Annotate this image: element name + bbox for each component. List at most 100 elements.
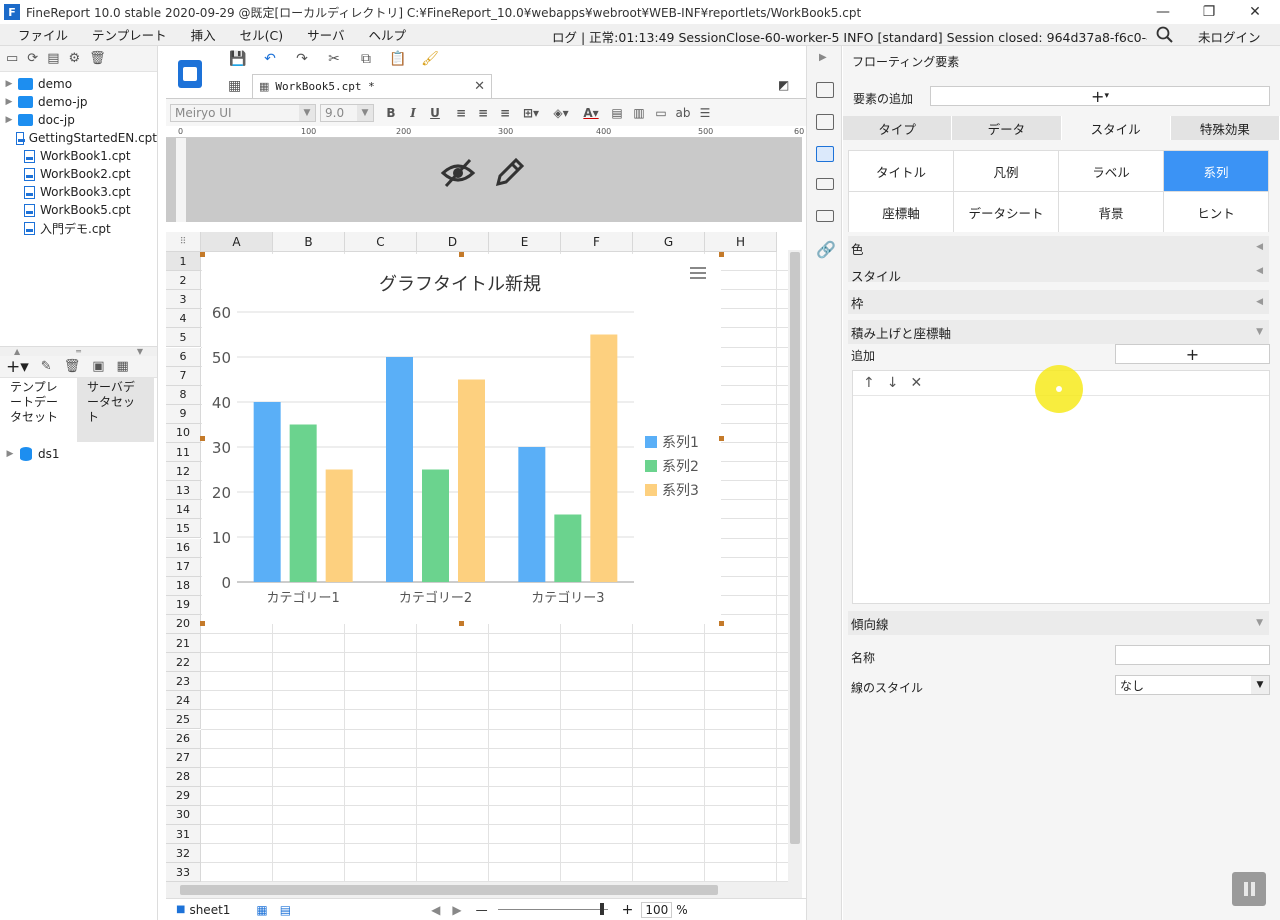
row-header[interactable]: 2 — [166, 271, 201, 291]
delete-icon[interactable]: 🗑 — [64, 359, 81, 374]
row-header[interactable]: 9 — [166, 404, 201, 424]
resize-handle[interactable] — [719, 621, 724, 626]
zoom-value-field[interactable]: 100 — [641, 901, 673, 918]
dataset-item[interactable]: ▶ ds1 — [0, 444, 157, 464]
sheet-tab-sheet1[interactable]: sheet1 — [189, 903, 230, 917]
edit-icon[interactable]: ✎ — [41, 359, 52, 374]
tree-folder-doc-jp[interactable]: ▶ doc-jp — [0, 111, 157, 129]
locate-icon[interactable]: ▤ — [47, 51, 59, 66]
font-color-icon[interactable]: A▾ — [576, 106, 606, 120]
underline-button[interactable]: U — [424, 106, 446, 120]
row-header[interactable]: 11 — [166, 443, 201, 462]
column-header[interactable]: G — [633, 232, 705, 252]
column-header[interactable]: B — [273, 232, 345, 252]
panel-splitter[interactable]: ▲ ═ ▼ — [0, 346, 157, 356]
column-header[interactable]: H — [705, 232, 777, 252]
tab-template-dataset[interactable]: テンプレートデータセット — [0, 378, 77, 442]
chevron-down-icon[interactable]: ▼ — [1251, 676, 1269, 694]
section-border[interactable]: 枠 ◀ — [848, 290, 1269, 314]
wrap-icon[interactable]: ▭ — [650, 106, 672, 120]
undo-icon[interactable]: ↶ — [261, 51, 279, 67]
settings-icon[interactable]: ⚙ — [69, 51, 81, 66]
style-legend-button[interactable]: 凡例 — [954, 151, 1058, 191]
column-header[interactable]: E — [489, 232, 561, 252]
style-title-button[interactable]: タイトル — [849, 151, 953, 191]
report-type-icon[interactable] — [170, 52, 210, 96]
tree-file[interactable]: WorkBook1.cpt — [0, 147, 157, 165]
tab-style[interactable]: スタイル — [1061, 116, 1171, 140]
row-header[interactable]: 33 — [166, 863, 201, 882]
row-header[interactable]: 7 — [166, 366, 201, 386]
merge-cells-icon[interactable]: ▤ — [606, 106, 628, 120]
row-header[interactable]: 6 — [166, 347, 201, 367]
new-folder-icon[interactable]: ▭ — [6, 51, 18, 66]
row-header[interactable]: 25 — [166, 710, 201, 730]
params-icon[interactable]: ▦ — [117, 359, 129, 374]
row-header[interactable]: 20 — [166, 614, 201, 634]
row-header[interactable]: 21 — [166, 634, 201, 653]
tree-file[interactable]: WorkBook5.cpt — [0, 201, 157, 219]
login-link[interactable]: 未ログイン — [1198, 27, 1261, 46]
row-header[interactable]: 24 — [166, 691, 201, 711]
tab-workbook5[interactable]: ▦ WorkBook5.cpt * ✕ — [252, 74, 492, 98]
row-header[interactable]: 14 — [166, 500, 201, 520]
refresh-icon[interactable]: ⟳ — [27, 51, 38, 66]
fill-color-icon[interactable]: ◈▾ — [546, 106, 576, 120]
expand-arrow-icon[interactable]: ◀ — [1256, 242, 1263, 252]
tab-special-effects[interactable]: 特殊効果 — [1170, 116, 1280, 140]
copy-icon[interactable]: ⧉ — [357, 51, 375, 67]
row-header[interactable]: 8 — [166, 385, 201, 405]
italic-button[interactable]: I — [402, 106, 424, 120]
delete-icon[interactable]: 🗑 — [89, 51, 106, 66]
menu-insert[interactable]: 挿入 — [179, 25, 228, 44]
save-icon[interactable]: 💾 — [229, 51, 247, 67]
column-header[interactable]: C — [345, 232, 417, 252]
row-header[interactable]: 1 — [166, 252, 201, 271]
collapse-arrow-icon[interactable]: ▼ — [1256, 618, 1263, 628]
add-stack-button[interactable]: + — [1115, 344, 1270, 364]
collapse-arrow-icon[interactable]: ▶ — [819, 52, 827, 63]
row-header[interactable]: 30 — [166, 805, 201, 825]
row-header[interactable]: 10 — [166, 423, 201, 443]
condition-icon[interactable] — [816, 210, 834, 222]
align-left-icon[interactable]: ≡ — [450, 106, 472, 120]
row-header[interactable]: 5 — [166, 328, 201, 348]
pause-button[interactable] — [1232, 872, 1266, 906]
select-all-corner[interactable]: ⠿ — [166, 232, 201, 252]
column-header[interactable]: D — [417, 232, 489, 252]
section-stack-axis[interactable]: 積み上げと座標軸 ▼ — [848, 320, 1269, 344]
border-icon[interactable]: ⊞▾ — [516, 106, 546, 120]
row-header[interactable]: 26 — [166, 729, 201, 749]
column-header[interactable]: A — [201, 232, 273, 252]
add-dataset-icon[interactable]: +▾ — [6, 357, 29, 377]
add-sheet-icon[interactable]: ▦ — [256, 903, 267, 917]
row-header[interactable]: 3 — [166, 290, 201, 310]
cut-icon[interactable]: ✂ — [325, 51, 343, 67]
edit-pencil-icon[interactable] — [492, 156, 526, 190]
grid-view-icon[interactable]: ▦ — [228, 78, 241, 94]
menu-template[interactable]: テンプレート — [80, 25, 179, 44]
tab-close-icon[interactable]: ✕ — [474, 79, 485, 94]
row-header[interactable]: 28 — [166, 767, 201, 787]
hide-icon[interactable] — [440, 156, 476, 190]
format-painter-icon[interactable]: 🖌 — [421, 51, 439, 67]
row-header[interactable]: 12 — [166, 462, 201, 482]
style-series-button[interactable]: 系列 — [1164, 151, 1268, 191]
paste-icon[interactable]: 📋 — [389, 51, 407, 67]
align-center-icon[interactable]: ≡ — [472, 106, 494, 120]
resize-handle[interactable] — [459, 621, 464, 626]
horizontal-scrollbar[interactable] — [166, 882, 802, 898]
align-right-icon[interactable]: ≡ — [494, 106, 516, 120]
tree-file[interactable]: GettingStartedEN.cpt — [0, 129, 157, 147]
style-background-button[interactable]: 背景 — [1059, 192, 1163, 232]
row-header[interactable]: 27 — [166, 748, 201, 768]
hyperlink-icon[interactable]: 🔗 — [816, 240, 836, 259]
preview-icon[interactable]: ▣ — [92, 359, 104, 374]
bar-chart[interactable]: グラフタイトル新規 0 10 20 30 40 50 60 カテゴリー1 カテゴリー2 カテゴリー3… — [202, 254, 721, 624]
line-style-select[interactable]: なし ▼ — [1115, 675, 1270, 695]
remove-icon[interactable]: ✕ — [910, 375, 922, 391]
zoom-in-button[interactable]: + — [622, 902, 634, 918]
sheet-prev-icon[interactable]: ◀ — [431, 903, 440, 917]
add-poly-sheet-icon[interactable]: ▤ — [280, 903, 291, 917]
resize-handle[interactable] — [200, 621, 205, 626]
